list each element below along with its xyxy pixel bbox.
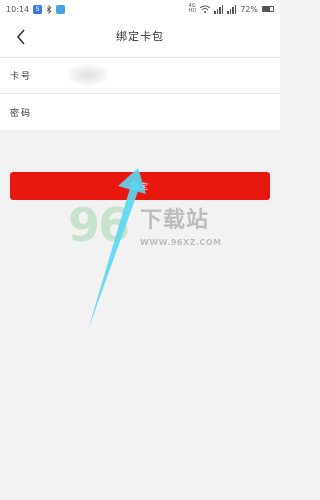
signal-icon-2 <box>227 4 237 14</box>
page-title: 绑定卡包 <box>116 30 164 43</box>
nav-bar: 绑定卡包 <box>0 18 280 58</box>
status-right: 4G HD 72% <box>189 4 274 14</box>
watermark: 96 下载站 WWW.96XZ.COM <box>68 198 221 258</box>
network-label-bottom: HD <box>188 8 197 14</box>
password-input[interactable] <box>58 96 280 128</box>
signal-icon <box>214 4 224 14</box>
password-label: 密码 <box>10 108 33 119</box>
password-row: 密码 <box>0 94 280 130</box>
network-label: 4G HD <box>189 4 197 14</box>
wifi-icon <box>200 5 211 13</box>
status-bar: 10:14 S 4G HD 72% <box>0 0 280 18</box>
battery-percent: 72% <box>240 4 258 14</box>
card-number-row: 卡号 <box>0 58 280 94</box>
notification-icon <box>56 4 66 14</box>
watermark-text: 下载站 <box>140 208 210 233</box>
app-badge-icon: S <box>33 4 43 14</box>
card-form: 卡号 密码 <box>0 58 280 130</box>
bind-button[interactable]: 绑定 <box>10 172 270 200</box>
card-number-label: 卡号 <box>10 72 33 82</box>
redaction-blur <box>68 64 108 86</box>
status-time: 10:14 <box>6 4 30 14</box>
status-left: 10:14 S <box>6 4 66 14</box>
battery-icon <box>262 6 274 12</box>
watermark-url: WWW.96XZ.COM <box>140 238 222 247</box>
watermark-digits: 96 <box>68 198 130 252</box>
bluetooth-icon <box>46 4 52 14</box>
